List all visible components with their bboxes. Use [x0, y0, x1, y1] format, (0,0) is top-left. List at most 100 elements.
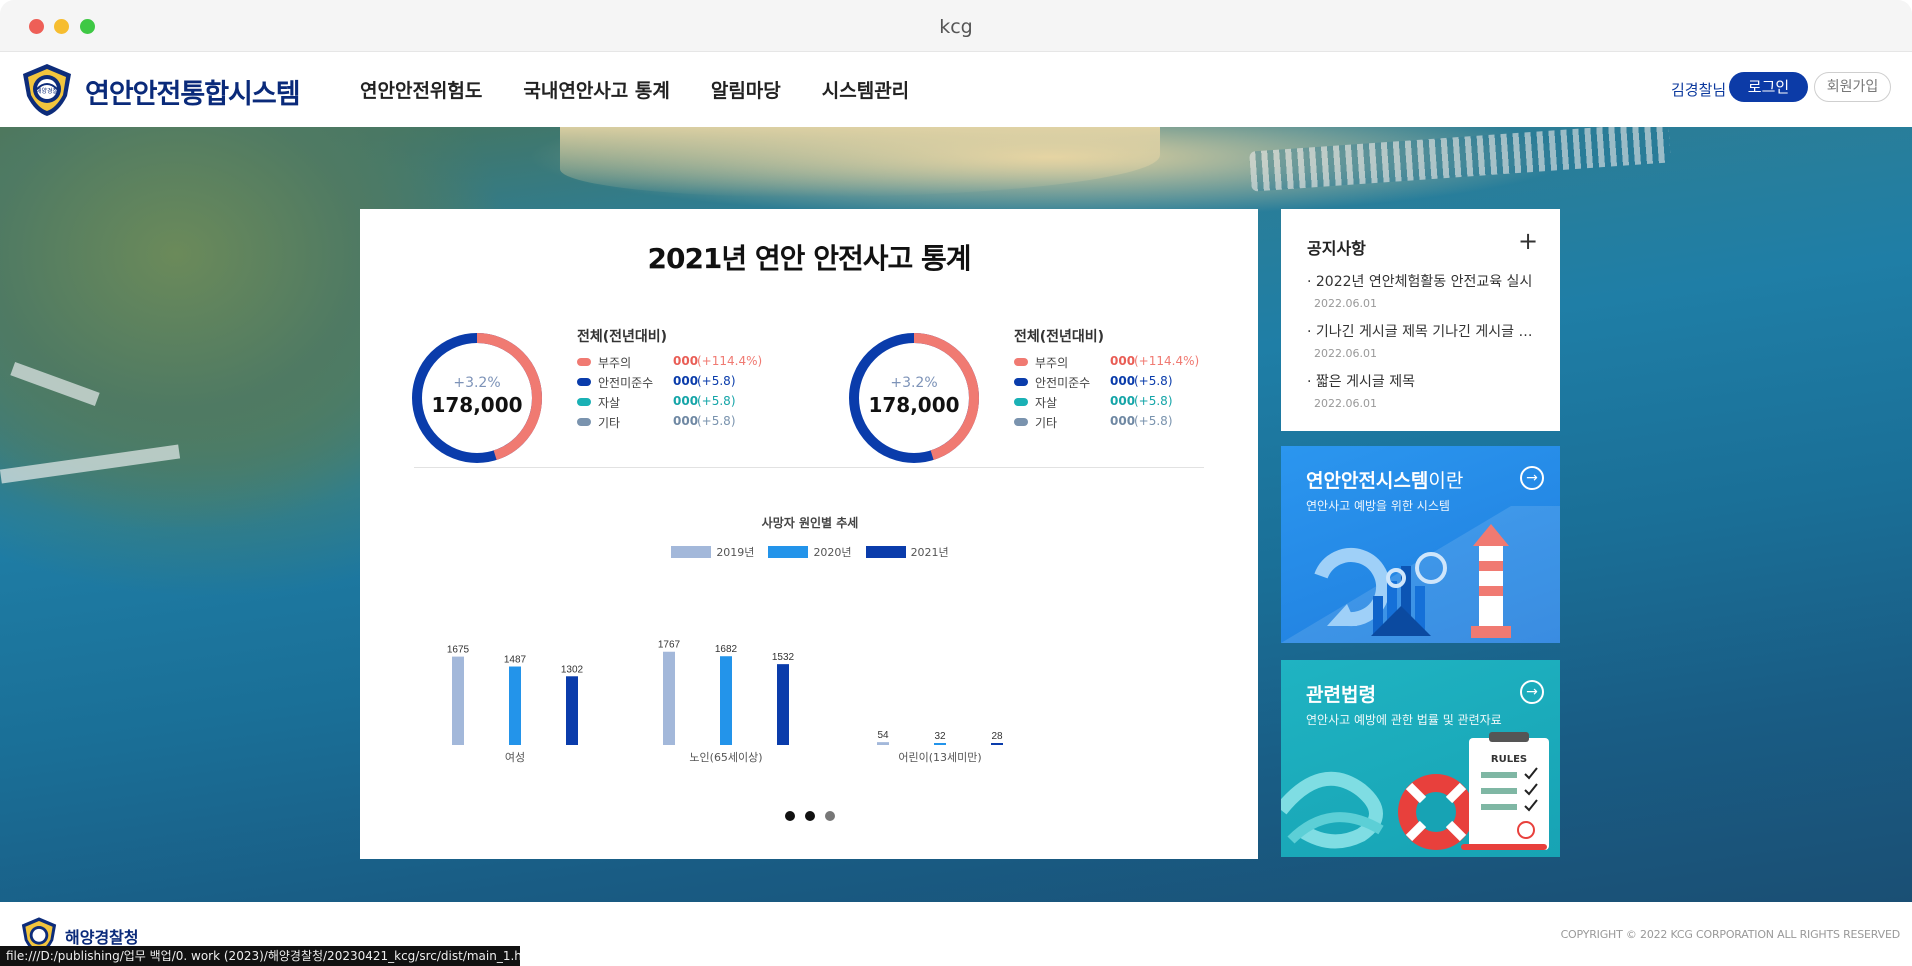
promo-title: 관련법령 — [1306, 684, 1376, 706]
arrow-right-icon[interactable]: → — [1520, 680, 1544, 704]
window-title: kcg — [939, 16, 973, 38]
legend-title: 전체(전년대비) — [577, 329, 668, 345]
legend-swatch — [768, 546, 809, 558]
bar — [777, 664, 789, 745]
notice-item-date: 2022.06.01 — [1314, 397, 1377, 410]
bar-chart-title: 사망자 원인별 추세 — [761, 516, 859, 530]
bar — [509, 666, 521, 745]
category-label: 노인(65세이상) — [689, 751, 762, 764]
legend-title: 전체(전년대비) — [1014, 329, 1105, 345]
bar-value-label: 1302 — [561, 664, 584, 675]
stats-title: 2021년 연안 안전사고 통계 — [647, 242, 971, 275]
bar-value-label: 1675 — [447, 645, 470, 656]
legend-label: 자살 — [598, 396, 621, 410]
nav-item-system-admin[interactable]: 시스템관리 — [822, 76, 909, 103]
legend-change: (+5.8) — [697, 394, 736, 408]
donut-chart-block: +3.2% 178,000 전체(전년대비) 부주의 000 (+114.4%)… — [345, 321, 762, 463]
donut-chart-block: +3.2% 178,000 전체(전년대비) 부주의 000 (+114.4%)… — [782, 321, 1199, 463]
legend-change: (+5.8) — [697, 374, 736, 388]
legend-swatch — [671, 546, 712, 558]
legend-label: 자살 — [1035, 396, 1058, 410]
legend-label: 안전미준수 — [1035, 376, 1091, 390]
category-label: 어린이(13세미만) — [898, 751, 981, 764]
slide-dot[interactable] — [785, 811, 795, 821]
login-button[interactable]: 로그인 — [1729, 72, 1808, 102]
join-button[interactable]: 회원가입 — [1814, 72, 1891, 102]
site-logo-text[interactable]: 연안안전통합시스템 — [85, 72, 301, 111]
notice-item[interactable]: · 기나긴 게시글 제목 기나긴 게시글 제목 기나긴 2022.06.01 — [1307, 321, 1539, 360]
slide-dot[interactable] — [805, 811, 815, 821]
lifebuoy-rules-illustration-icon: RULES — [1281, 732, 1549, 850]
main-navigation: 연안안전위험도 국내연안사고 통계 알림마당 시스템관리 — [360, 76, 909, 103]
lighthouse-illustration-icon — [1281, 506, 1560, 643]
emblem-text: 해양경찰 — [36, 87, 59, 95]
bar-value-label: 28 — [991, 731, 1003, 742]
donut-percent: +3.2% — [453, 375, 501, 391]
legend-swatch — [1014, 378, 1028, 386]
notice-item-title[interactable]: · 2022년 연안체험활동 안전교육 실시 — [1307, 271, 1539, 291]
copyright-text: COPYRIGHT © 2022 KCG CORPORATION ALL RIG… — [1560, 928, 1901, 941]
legend-label: 기타 — [1035, 416, 1058, 430]
notice-card: 공지사항 + · 2022년 연안체험활동 안전교육 실시 2022.06.01… — [1281, 209, 1560, 431]
promo-title-light: 이란 — [1428, 470, 1464, 492]
legend-label: 안전미준수 — [598, 376, 654, 390]
legend-value: 000 — [673, 374, 699, 388]
legend-value: 000 — [1110, 414, 1136, 428]
legend-label: 부주의 — [598, 356, 632, 370]
status-bar-url: file:///D:/publishing/업무 백업/0. work (202… — [0, 946, 520, 966]
user-name: 김경찰님 — [1671, 81, 1727, 99]
notice-item-date: 2022.06.01 — [1314, 347, 1377, 360]
bar-value-label: 1487 — [504, 655, 527, 666]
window-titlebar: kcg — [0, 0, 1912, 52]
legend-swatch — [1014, 358, 1028, 366]
donut-total: 178,000 — [431, 393, 523, 417]
legend-swatch — [1014, 418, 1028, 426]
related-law-card[interactable]: 관련법령 연안사고 예방에 관한 법률 및 관련자료 → RULES — [1281, 660, 1560, 857]
bar — [452, 656, 464, 745]
bar-value-label: 1767 — [658, 640, 681, 651]
nav-item-accident-stats[interactable]: 국내연안사고 통계 — [523, 76, 669, 103]
legend-change: (+114.4%) — [697, 354, 763, 368]
rules-text: RULES — [1491, 754, 1527, 765]
legend-label: 2020년 — [813, 546, 852, 559]
accident-stats-card: 2021년 연안 안전사고 통계 +3.2% 178,000 전체(전년대비) … — [360, 209, 1258, 859]
coast-guard-emblem-icon[interactable]: 해양경찰 — [19, 62, 75, 118]
legend-swatch — [577, 358, 591, 366]
legend-item: 2020년 — [768, 544, 852, 560]
legend-value: 000 — [673, 414, 699, 428]
legend-swatch — [865, 546, 906, 558]
legend-change: (+5.8) — [1134, 374, 1173, 388]
bar — [566, 676, 578, 745]
legend-item: 2019년 — [671, 544, 754, 560]
notice-item[interactable]: · 2022년 연안체험활동 안전교육 실시 2022.06.01 — [1307, 271, 1539, 310]
donut-total: 178,000 — [868, 393, 960, 417]
system-intro-card[interactable]: 연안안전시스템이란 연안사고 예방을 위한 시스템 → — [1281, 446, 1560, 643]
nav-item-coastal-risk[interactable]: 연안안전위험도 — [360, 76, 482, 103]
notice-item[interactable]: · 짧은 게시글 제목 2022.06.01 — [1307, 371, 1539, 410]
bar-plot-area: 1675 1487 1302 여성 1767 1682 1532 노인(65세이상) 54 32 2… — [447, 640, 1003, 764]
slide-dot[interactable] — [825, 811, 835, 821]
bar-value-label: 1682 — [715, 644, 738, 655]
legend-value: 000 — [673, 354, 699, 368]
bar-chart-legend: 2019년 2020년 2021년 — [420, 544, 1200, 560]
legend-value: 000 — [1110, 354, 1136, 368]
legend-label: 2019년 — [716, 546, 755, 559]
bar — [720, 656, 732, 745]
nav-item-notice-board[interactable]: 알림마당 — [711, 76, 781, 103]
legend-change: (+5.8) — [1134, 414, 1173, 428]
arrow-right-icon[interactable]: → — [1520, 466, 1544, 490]
legend-swatch — [577, 418, 591, 426]
legend-change: (+5.8) — [1134, 394, 1173, 408]
notice-item-title[interactable]: · 짧은 게시글 제목 — [1307, 371, 1539, 391]
legend-label: 부주의 — [1035, 356, 1069, 370]
legend-value: 000 — [1110, 374, 1136, 388]
legend-change: (+5.8) — [697, 414, 736, 428]
beach-sand — [560, 127, 1160, 197]
notice-item-title[interactable]: · 기나긴 게시글 제목 기나긴 게시글 제목 기나긴 — [1307, 321, 1539, 341]
legend-change: (+114.4%) — [1134, 354, 1200, 368]
bar — [934, 743, 946, 745]
notice-more-plus-icon[interactable]: + — [1518, 229, 1538, 253]
section-divider — [414, 467, 1204, 468]
bar-chart: 사망자 원인별 추세 2019년 2020년 2021년 1675 1487 130… — [420, 514, 1200, 774]
legend-value: 000 — [673, 394, 699, 408]
